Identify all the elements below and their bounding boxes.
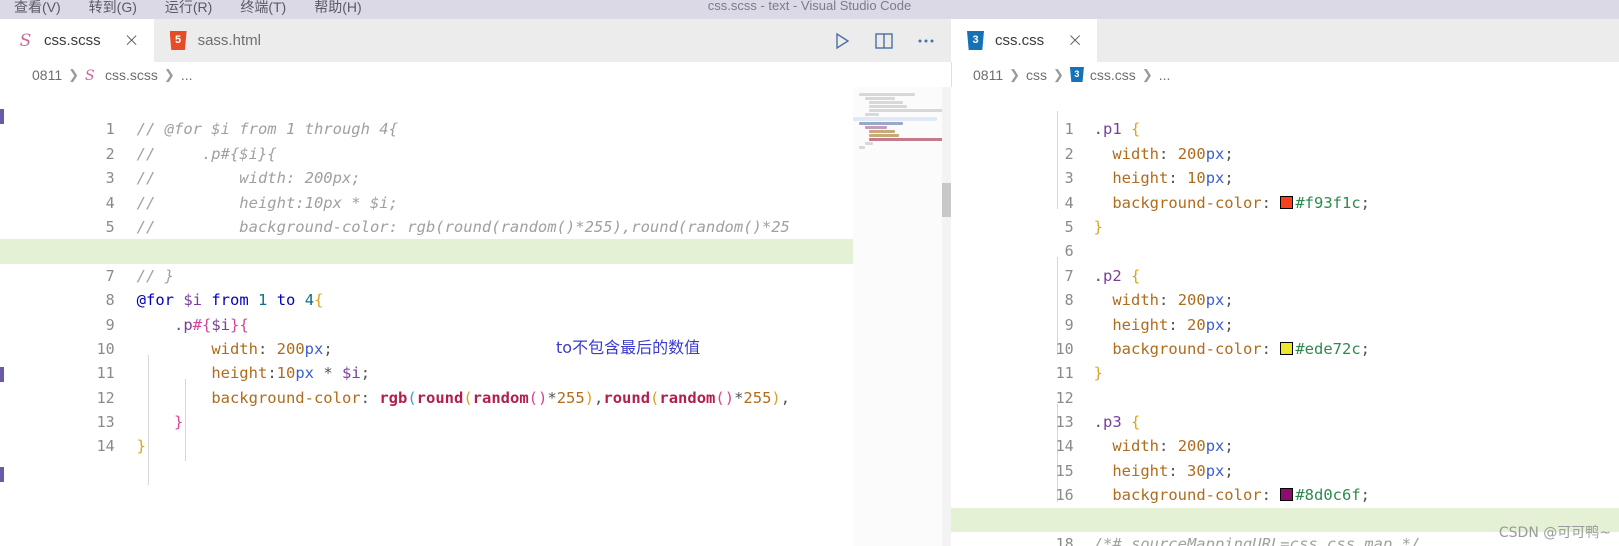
tab-strip-left: S css.scss × 5 sass.html × [0,19,951,62]
code-line[interactable]: 9 height: 20px; [951,288,1619,334]
code-line[interactable]: 3// width: 200px; [0,142,951,187]
tab-css-css[interactable]: 3 css.css × [951,19,1098,62]
chevron-right-icon: ❯ [1009,66,1021,82]
sass-icon: S [19,30,32,51]
line-text: } [136,437,146,456]
code-line[interactable]: 12 background-color: rgb(round(random()*… [0,361,951,407]
run-icon[interactable] [831,30,853,52]
tab-strip-right: 3 css.css × [951,19,1619,62]
tab-label: css.scss [44,32,101,49]
annotation-note: to不包含最后的数值 [556,338,701,357]
scrollbar-vertical-left[interactable] [942,87,951,546]
breadcrumb-file[interactable]: css.css [1090,67,1136,83]
code-line[interactable]: 15 height: 30px; [951,434,1619,480]
code-line[interactable]: 16 background-color: #8d0c6f; [951,459,1619,504]
editor-actions-left [831,19,937,62]
code-line[interactable]: 1 .p1 { [951,93,1619,138]
watermark: CSDN @可可鸭~ [1498,525,1611,541]
css3-icon: 3 [1069,67,1084,82]
code-editor-left[interactable]: 1// @for $i from 1 through 4{ 2// .p#{$i… [0,87,951,546]
breadcrumb-symbol[interactable]: ... [1159,67,1171,83]
code-line[interactable]: 2 width: 200px; [951,117,1619,163]
line-number: 14 [96,437,115,456]
code-line[interactable]: 2// .p#{$i}{ [0,117,951,163]
code-line[interactable]: 10 width: 200px; [0,313,951,358]
chevron-right-icon: ❯ [163,66,175,82]
line-text: /*# sourceMappingURL=css.css.map */ [1093,535,1421,546]
code-line[interactable]: 6 [951,215,1619,260]
code-line[interactable]: 12 [951,361,1619,407]
code-line[interactable]: 13 .p3 { [951,386,1619,431]
vscode-window: 查看(V) 转到(G) 运行(R) 终端(T) 帮助(H) css.scss -… [0,0,1619,546]
title-bar: 查看(V) 转到(G) 运行(R) 终端(T) 帮助(H) css.scss -… [0,0,1619,19]
sass-icon: S [85,68,95,84]
code-line[interactable]: 6// } [0,215,951,260]
code-line[interactable]: 17} [951,483,1619,529]
html5-icon: 5 [169,31,189,50]
breadcrumb-file[interactable]: css.scss [105,67,158,83]
code-line[interactable]: 5} [951,191,1619,236]
code-line[interactable]: 7// } [0,239,951,285]
code-line[interactable]: 7 .p2 { [951,239,1619,285]
chevron-right-icon: ❯ [1053,66,1064,82]
code-line[interactable]: 4// height:10px * $i; [0,166,951,212]
breadcrumb-folder[interactable]: 0811 [32,67,62,83]
close-icon[interactable]: × [124,31,140,50]
code-line[interactable]: 3 height: 10px; [951,142,1619,187]
code-editor-right[interactable]: 1 .p1 { 2 width: 200px; 3 height: 10px; 4… [951,87,1619,546]
code-line[interactable]: 5// background-color: rgb(round(random()… [0,191,951,236]
breadcrumb-left: 0811 ❯ S css.scss ❯ ... [0,62,951,87]
minimap-left[interactable] [853,87,943,546]
breadcrumb-subfolder[interactable]: css [1026,67,1047,83]
chevron-right-icon: ❯ [1141,66,1153,82]
editor-group-right: 3 css.css × 0811 ❯ css ❯ 3 css.css ❯ ...… [951,19,1619,546]
chevron-right-icon: ❯ [68,66,80,82]
line-number: 18 [1055,535,1074,546]
close-icon[interactable]: × [1067,31,1083,50]
breadcrumb-folder[interactable]: 0811 [973,67,1003,83]
code-line[interactable]: 14} [0,410,951,455]
code-line[interactable]: 9 .p#{$i}{ [0,288,951,334]
code-line[interactable]: 4 background-color: #f93f1c; [951,166,1619,212]
split-editor-icon[interactable] [873,30,895,52]
code-line[interactable]: 14 width: 200px; [951,410,1619,455]
breadcrumb-right: 0811 ❯ css ❯ 3 css.css ❯ ... [951,62,1619,87]
more-actions-icon[interactable] [915,30,937,52]
css3-icon: 3 [967,31,986,50]
tab-css-scss[interactable]: S css.scss × [0,19,154,62]
code-line[interactable]: 11} [951,337,1619,382]
code-line[interactable]: 1// @for $i from 1 through 4{ [0,93,951,138]
editor-group-left: S css.scss × 5 sass.html × [0,19,951,546]
code-line[interactable]: 13 } [0,386,951,431]
tab-label: css.css [995,32,1045,49]
breadcrumb-symbol[interactable]: ... [181,67,193,83]
close-icon[interactable]: × [284,31,300,50]
tab-sass-html[interactable]: 5 sass.html × [153,19,314,62]
code-line[interactable]: 8 @for $i from 1 to 4{ [0,264,951,309]
code-line[interactable]: 11 height:10px * $i; [0,337,951,382]
code-line[interactable]: 8 width: 200px; [951,264,1619,309]
window-title: css.scss - text - Visual Studio Code [707,0,912,13]
tab-label: sass.html [197,32,261,49]
code-line[interactable]: 10 background-color: #ede72c; [951,313,1619,358]
